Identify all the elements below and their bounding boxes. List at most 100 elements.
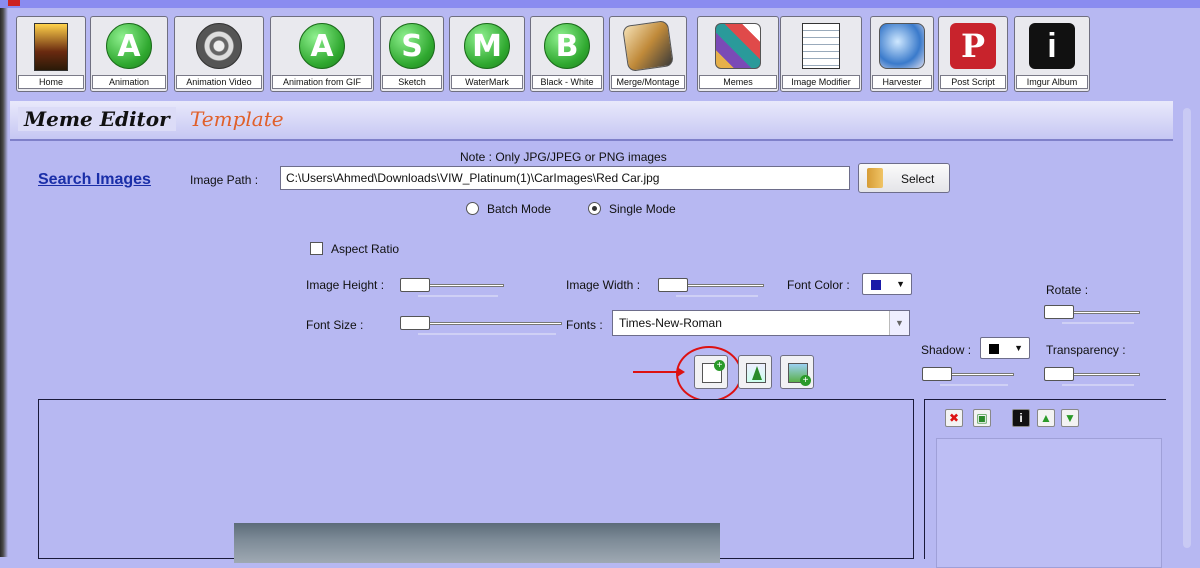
meme-preview-canvas[interactable] [38, 399, 914, 563]
m-bubble-icon: M [464, 23, 510, 69]
add-clipart-button[interactable] [738, 355, 772, 389]
layers-panel: ✖ ▣ i ▲ ▼ [924, 399, 1166, 568]
image-width-label: Image Width : [566, 278, 641, 292]
fonts-dropdown[interactable]: Times-New-Roman ▼ [612, 310, 910, 336]
vertical-scrollbar[interactable] [1180, 96, 1194, 556]
font-color-label: Font Color : [787, 278, 850, 292]
shadow-color-swatch [989, 344, 999, 354]
toolbar-memes-label: Memes [699, 75, 777, 89]
toolbar-merge-montage-label: Merge/Montage [611, 75, 685, 89]
tab-meme-editor[interactable]: Meme Editor [18, 107, 176, 131]
slider-shadow [1062, 384, 1134, 386]
toolbar-memes-button[interactable]: Memes [697, 16, 779, 92]
window-top-strip [0, 0, 1200, 8]
merge-montage-icon [622, 20, 674, 72]
format-note: Note : Only JPG/JPEG or PNG images [460, 150, 667, 164]
toolbar-harvester-label: Harvester [872, 75, 932, 89]
layers-list[interactable] [936, 438, 1162, 568]
plus-badge-icon: + [800, 375, 811, 386]
tab-template[interactable]: Template [190, 107, 284, 131]
move-up-icon[interactable]: ▲ [1037, 409, 1055, 427]
toolbar-home-label: Home [18, 75, 84, 89]
fonts-dropdown-value: Times-New-Roman [619, 316, 722, 330]
radio-circle [466, 202, 479, 215]
aspect-ratio-checkbox[interactable]: Aspect Ratio [310, 242, 399, 256]
slider-thumb[interactable] [1044, 367, 1074, 381]
slider-thumb[interactable] [922, 367, 952, 381]
toolbar-animation-video-label: Animation Video [176, 75, 262, 89]
tree-picture-icon [746, 363, 766, 383]
toolbar-imgur-album-label: Imgur Album [1016, 75, 1088, 89]
info-i-icon: i [1029, 23, 1075, 69]
slider-shadow [418, 295, 498, 297]
chevron-down-icon: ▼ [889, 311, 909, 335]
toolbar-animation-label: Animation [92, 75, 166, 89]
app-corner-icon [8, 0, 20, 6]
move-down-icon[interactable]: ▼ [1061, 409, 1079, 427]
image-width-slider[interactable] [658, 278, 764, 297]
window-left-edge [0, 0, 8, 557]
toolbar-sketch-label: Sketch [382, 75, 442, 89]
fonts-label: Fonts : [566, 318, 603, 332]
batch-mode-radio[interactable]: Batch Mode [466, 202, 551, 216]
search-images-link[interactable]: Search Images [38, 171, 151, 189]
notepad-pen-icon [802, 23, 840, 69]
single-mode-label: Single Mode [609, 202, 676, 216]
shadow-slider[interactable] [922, 367, 1014, 386]
harvester-globe-icon [879, 23, 925, 69]
shadow-color-dropdown[interactable]: ▼ [980, 337, 1030, 359]
select-button[interactable]: Select [858, 163, 950, 193]
toolbar-black-white-button[interactable]: B Black - White [530, 16, 604, 92]
toolbar-image-modifier-button[interactable]: Image Modifier [780, 16, 862, 92]
toolbar-imgur-album-button[interactable]: i Imgur Album [1014, 16, 1090, 92]
pinterest-icon: P [950, 23, 996, 69]
rotate-slider[interactable] [1044, 305, 1140, 324]
slider-thumb[interactable] [400, 316, 430, 330]
font-size-slider[interactable] [400, 316, 562, 335]
paint-brushes-icon [715, 23, 761, 69]
font-size-label: Font Size : [306, 318, 364, 332]
slider-shadow [676, 295, 758, 297]
editor-tab-bar: Meme Editor Template [10, 101, 1173, 141]
film-reel-icon [196, 23, 242, 69]
picture-add-icon: + [788, 363, 811, 386]
font-color-swatch [871, 280, 881, 290]
toolbar-home-button[interactable]: Home [16, 16, 86, 92]
radio-circle-selected [588, 202, 601, 215]
slider-thumb[interactable] [400, 278, 430, 292]
home-poster-icon [34, 23, 68, 71]
chevron-down-icon: ▼ [1014, 343, 1023, 353]
select-button-label: Select [901, 172, 935, 186]
s-bubble-icon: S [389, 23, 435, 69]
folder-icon [867, 168, 883, 188]
save-icon[interactable]: ▣ [973, 409, 991, 427]
toolbar-black-white-label: Black - White [532, 75, 602, 89]
preview-image [234, 523, 720, 563]
toolbar-merge-montage-button[interactable]: Merge/Montage [609, 16, 687, 92]
annotation-red-circle [676, 346, 742, 402]
font-color-dropdown[interactable]: ▼ [862, 273, 912, 295]
main-toolbar: Home A Animation Animation Video A Anima… [12, 10, 1192, 92]
transparency-slider[interactable] [1044, 367, 1140, 386]
image-height-slider[interactable] [400, 278, 504, 297]
toolbar-animation-from-gif-button[interactable]: A Animation from GIF [270, 16, 374, 92]
delete-icon[interactable]: ✖ [945, 409, 963, 427]
single-mode-radio[interactable]: Single Mode [588, 202, 676, 216]
slider-thumb[interactable] [658, 278, 688, 292]
toolbar-post-script-label: Post Script [940, 75, 1006, 89]
toolbar-watermark-button[interactable]: M WaterMark [449, 16, 525, 92]
image-path-input[interactable]: C:\Users\Ahmed\Downloads\VIW_Platinum(1)… [280, 166, 850, 190]
chevron-down-icon: ▼ [896, 279, 905, 289]
toolbar-animation-video-button[interactable]: Animation Video [174, 16, 264, 92]
toolbar-animation-button[interactable]: A Animation [90, 16, 168, 92]
slider-shadow [1062, 322, 1134, 324]
info-icon[interactable]: i [1012, 409, 1030, 427]
scrollbar-thumb[interactable] [1183, 108, 1191, 548]
add-image-button[interactable]: + [780, 355, 814, 389]
toolbar-harvester-button[interactable]: Harvester [870, 16, 934, 92]
slider-thumb[interactable] [1044, 305, 1074, 319]
toolbar-animation-from-gif-label: Animation from GIF [272, 75, 372, 89]
toolbar-post-script-button[interactable]: P Post Script [938, 16, 1008, 92]
toolbar-sketch-button[interactable]: S Sketch [380, 16, 444, 92]
slider-shadow [418, 333, 556, 335]
